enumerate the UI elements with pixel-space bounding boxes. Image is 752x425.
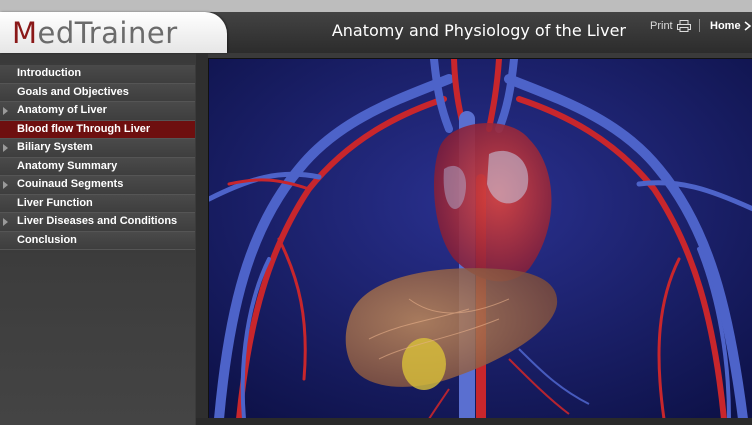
sidebar-item-blood-flow-through-liver[interactable]: Blood flow Through Liver xyxy=(0,120,195,139)
sidebar-item-introduction[interactable]: Introduction xyxy=(0,65,195,84)
medtrainer-logo[interactable]: MedTrainer xyxy=(12,16,178,50)
sidebar-item-liver-diseases-and-conditions[interactable]: Liver Diseases and Conditions xyxy=(0,213,195,232)
sidebar-item-liver-function[interactable]: Liver Function xyxy=(0,194,195,213)
sidebar-item-label: Blood flow Through Liver xyxy=(17,122,151,135)
expand-arrow-icon xyxy=(3,144,8,152)
sidebar: Introduction Goals and Objectives Anatomy … xyxy=(0,63,196,425)
printer-icon xyxy=(676,20,691,32)
app-header: MedTrainer Anatomy and Physiology of the… xyxy=(0,0,752,53)
sidebar-item-label: Liver Diseases and Conditions xyxy=(17,215,178,227)
sidebar-item-label: Anatomy Summary xyxy=(17,159,118,172)
nav-list: Introduction Goals and Objectives Anatomy … xyxy=(0,65,195,250)
logo-container: MedTrainer xyxy=(0,12,227,53)
logo-text: edTrainer xyxy=(37,16,178,50)
home-button[interactable]: Home xyxy=(710,18,752,34)
print-label: Print xyxy=(650,20,673,32)
sidebar-item-anatomy-summary[interactable]: Anatomy Summary xyxy=(0,157,195,176)
logo-letter-m: M xyxy=(12,16,38,50)
bottom-bar xyxy=(196,418,752,425)
sidebar-item-biliary-system[interactable]: Biliary System xyxy=(0,139,195,158)
sidebar-item-label: Introduction xyxy=(17,67,82,79)
sidebar-item-label: Liver Function xyxy=(17,196,93,209)
sidebar-item-label: Biliary System xyxy=(17,141,93,153)
print-button[interactable]: Print xyxy=(650,18,691,34)
expand-arrow-icon xyxy=(3,218,8,226)
sidebar-empty-area xyxy=(0,253,195,425)
sidebar-item-label: Conclusion xyxy=(17,233,77,246)
sidebar-item-label: Goals and Objectives xyxy=(17,85,129,98)
circulatory-illustration xyxy=(209,59,752,419)
top-strip xyxy=(0,0,752,12)
sidebar-item-conclusion[interactable]: Conclusion xyxy=(0,231,195,250)
home-label: Home xyxy=(710,20,741,32)
panel-divider xyxy=(196,53,208,425)
sidebar-item-goals-and-objectives[interactable]: Goals and Objectives xyxy=(0,83,195,102)
chevron-right-icon xyxy=(744,21,752,31)
header-separator xyxy=(699,19,700,32)
sidebar-item-anatomy-of-liver[interactable]: Anatomy of Liver xyxy=(0,102,195,121)
main-illustration xyxy=(208,58,752,420)
sidebar-item-label: Anatomy of Liver xyxy=(17,104,107,116)
sidebar-item-couinaud-segments[interactable]: Couinaud Segments xyxy=(0,176,195,195)
expand-arrow-icon xyxy=(3,107,8,115)
expand-arrow-icon xyxy=(3,181,8,189)
page-title: Anatomy and Physiology of the Liver xyxy=(331,21,626,40)
sidebar-item-label: Couinaud Segments xyxy=(17,178,124,190)
